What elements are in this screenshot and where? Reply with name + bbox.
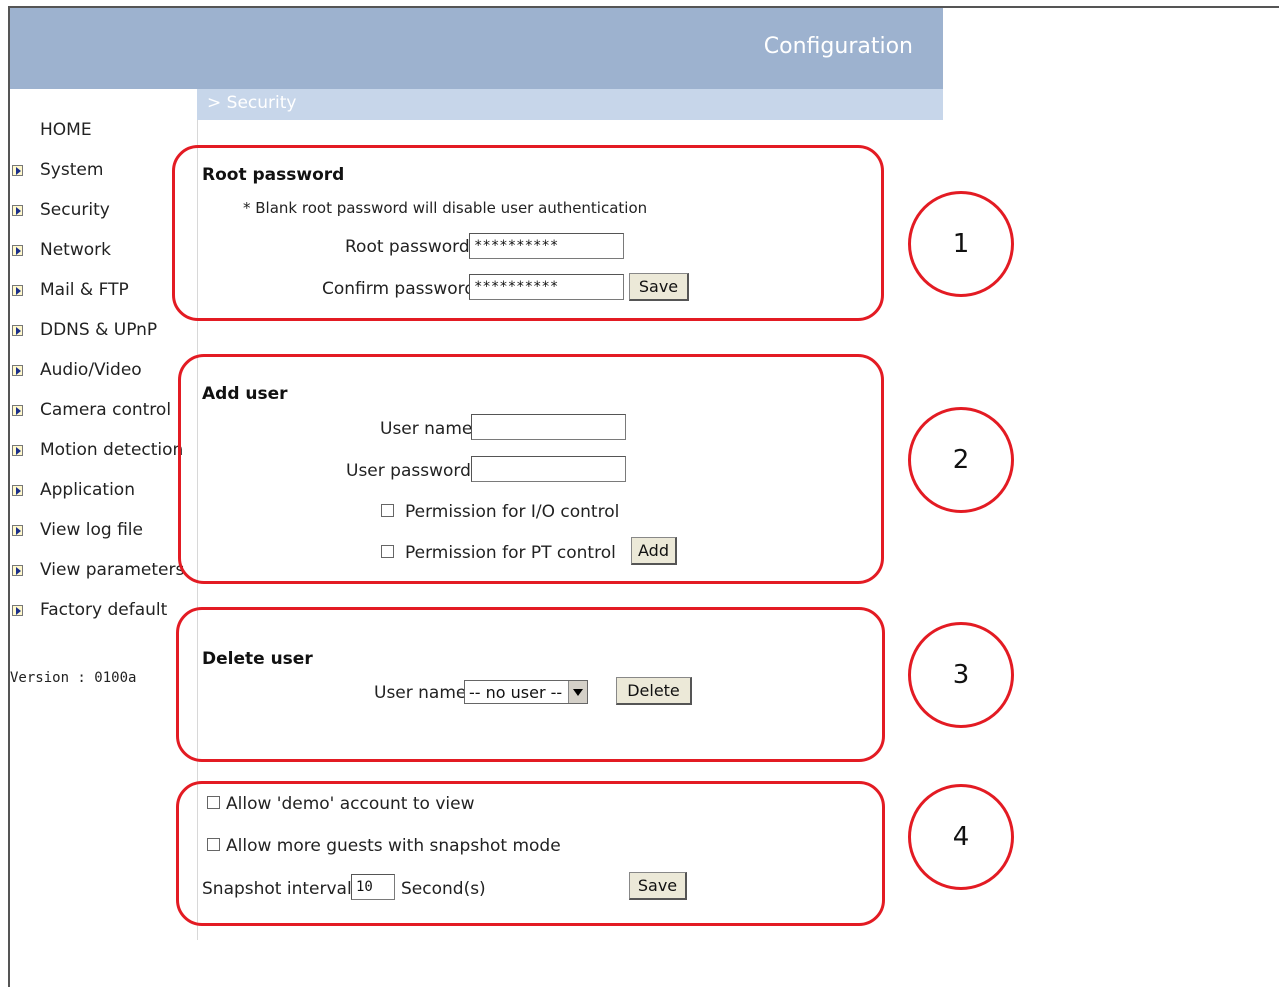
arrow-right-icon	[12, 524, 23, 536]
sidebar-item-label: Audio/Video	[40, 360, 142, 380]
callout-3: 3	[908, 622, 1014, 728]
sidebar-item-camera-control[interactable]: Camera control	[12, 400, 171, 420]
sidebar-item-label: System	[40, 160, 104, 180]
root-password-label: Root password	[345, 237, 470, 257]
sidebar-item-label: Network	[40, 240, 111, 260]
root-password-save-button[interactable]: Save	[629, 273, 689, 301]
arrow-right-icon	[12, 364, 23, 376]
allow-demo-checkbox[interactable]	[207, 796, 220, 809]
sidebar-item-label: View log file	[40, 520, 143, 540]
snapshot-mode-checkbox[interactable]	[207, 838, 220, 851]
sidebar-item-label: Motion detection	[40, 440, 184, 460]
sidebar-item-label: Camera control	[40, 400, 172, 420]
snapshot-interval-label: Snapshot interval:	[202, 879, 358, 899]
version-label: Version : 0100a	[10, 670, 137, 686]
user-password-input[interactable]	[471, 456, 626, 482]
confirm-password-input[interactable]	[469, 274, 624, 300]
sidebar-item-home[interactable]: HOME	[40, 120, 92, 140]
pt-permission-checkbox[interactable]	[381, 545, 394, 558]
snapshot-interval-unit: Second(s)	[401, 879, 486, 899]
delete-user-select[interactable]: -- no user --	[464, 680, 588, 704]
callout-2: 2	[908, 407, 1014, 513]
add-user-title: Add user	[202, 384, 288, 404]
sidebar-item-mail-ftp[interactable]: Mail & FTP	[12, 280, 129, 300]
pt-permission-label: Permission for PT control	[405, 543, 616, 563]
header-bar: Configuration	[10, 8, 943, 89]
breadcrumb: > Security	[207, 93, 297, 113]
confirm-password-label: Confirm password	[322, 279, 476, 299]
callout-1: 1	[908, 191, 1014, 297]
sidebar-item-security[interactable]: Security	[12, 200, 110, 220]
delete-user-button[interactable]: Delete	[616, 677, 692, 705]
breadcrumb-bar: > Security	[197, 89, 943, 120]
arrow-right-icon	[12, 244, 23, 256]
arrow-right-icon	[12, 484, 23, 496]
page-header-title: Configuration	[763, 34, 913, 59]
guest-save-button[interactable]: Save	[629, 872, 687, 900]
delete-user-selected: -- no user --	[469, 682, 563, 702]
sidebar-item-label: Application	[40, 480, 135, 500]
user-password-label: User password	[346, 461, 471, 481]
root-password-title: Root password	[202, 165, 345, 185]
arrow-right-icon	[12, 564, 23, 576]
sidebar-item-label: Security	[40, 200, 110, 220]
sidebar-item-ddns-upnp[interactable]: DDNS & UPnP	[12, 320, 157, 340]
allow-demo-label: Allow 'demo' account to view	[226, 794, 475, 814]
arrow-right-icon	[12, 404, 23, 416]
chevron-down-icon[interactable]	[568, 681, 587, 703]
delete-user-name-label: User name	[374, 683, 467, 703]
add-user-button[interactable]: Add	[631, 537, 677, 565]
sidebar-item-view-parameters[interactable]: View parameters	[12, 560, 184, 580]
sidebar-item-label: Mail & FTP	[40, 280, 129, 300]
sidebar-item-audio-video[interactable]: Audio/Video	[12, 360, 142, 380]
arrow-right-icon	[12, 324, 23, 336]
sidebar-item-factory-default[interactable]: Factory default	[12, 600, 167, 620]
user-name-input[interactable]	[471, 414, 626, 440]
sidebar-item-network[interactable]: Network	[12, 240, 111, 260]
sidebar-item-label: DDNS & UPnP	[40, 320, 158, 340]
sidebar-item-system[interactable]: System	[12, 160, 103, 180]
delete-user-title: Delete user	[202, 649, 313, 669]
snapshot-interval-input[interactable]	[351, 874, 395, 900]
sidebar-item-label: View parameters	[40, 560, 185, 580]
arrow-right-icon	[12, 604, 23, 616]
io-permission-label: Permission for I/O control	[405, 502, 620, 522]
sidebar-item-label: Factory default	[40, 600, 168, 620]
user-name-label: User name	[380, 419, 473, 439]
callout-4: 4	[908, 784, 1014, 890]
sidebar-item-motion-detection[interactable]: Motion detection	[12, 440, 183, 460]
sidebar-item-view-log-file[interactable]: View log file	[12, 520, 143, 540]
sidebar-item-application[interactable]: Application	[12, 480, 135, 500]
snapshot-mode-label: Allow more guests with snapshot mode	[226, 836, 561, 856]
arrow-right-icon	[12, 164, 23, 176]
arrow-right-icon	[12, 204, 23, 216]
root-password-input[interactable]	[469, 233, 624, 259]
root-password-note: * Blank root password will disable user …	[243, 199, 648, 217]
arrow-right-icon	[12, 284, 23, 296]
io-permission-checkbox[interactable]	[381, 504, 394, 517]
arrow-right-icon	[12, 444, 23, 456]
